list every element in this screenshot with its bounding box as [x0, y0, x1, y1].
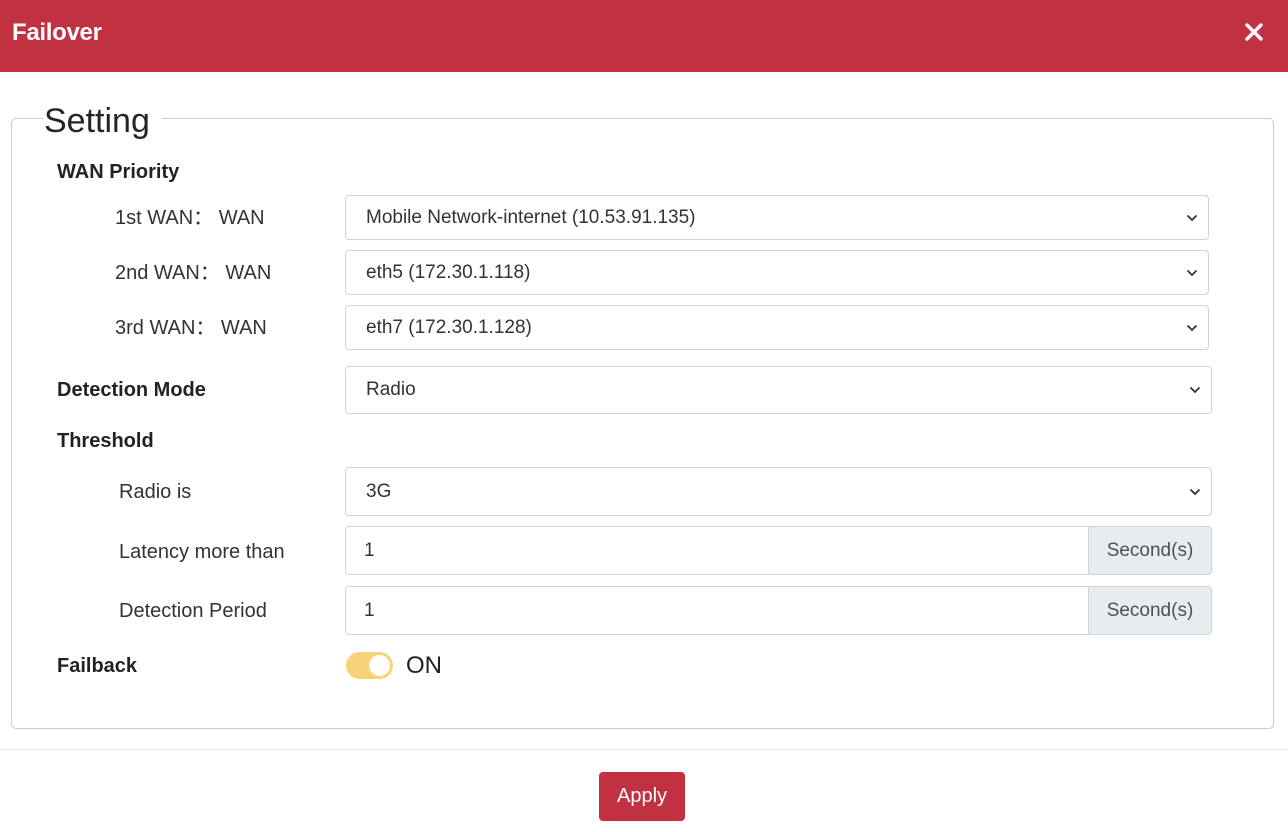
close-button[interactable]	[1242, 20, 1266, 44]
first-wan-label: 1st WAN： WAN	[115, 207, 265, 229]
third-wan-value: eth7 (172.30.1.128)	[366, 316, 532, 338]
radio-is-label: Radio is	[119, 481, 192, 503]
radio-type-value: 3G	[366, 480, 392, 502]
modal-title: Failover	[12, 19, 102, 46]
detection-mode-label: Detection Mode	[57, 379, 206, 401]
latency-input-group: 1 Second(s)	[345, 526, 1212, 575]
latency-input[interactable]: 1	[346, 527, 1088, 574]
detection-period-label: Detection Period	[119, 600, 267, 622]
detection-mode-value: Radio	[366, 379, 416, 400]
first-wan-select[interactable]: Mobile Network-internet (10.53.91.135)	[345, 195, 1209, 240]
threshold-label: Threshold	[57, 430, 154, 452]
chevron-down-icon	[1189, 488, 1201, 495]
chevron-down-icon	[1186, 324, 1198, 331]
failback-label: Failback	[57, 655, 138, 677]
first-wan-value: Mobile Network-internet (10.53.91.135)	[366, 206, 696, 228]
second-wan-select[interactable]: eth5 (172.30.1.118)	[345, 250, 1209, 295]
detection-period-input[interactable]: 1	[346, 587, 1088, 634]
latency-label: Latency more than	[119, 541, 285, 563]
chevron-down-icon	[1186, 269, 1198, 276]
second-wan-value: eth5 (172.30.1.118)	[366, 261, 531, 283]
failback-toggle[interactable]	[346, 652, 393, 679]
wan-priority-label: WAN Priority	[57, 161, 180, 183]
detection-period-input-group: 1 Second(s)	[345, 586, 1212, 635]
apply-button[interactable]: Apply	[599, 772, 685, 821]
third-wan-label: 3rd WAN： WAN	[115, 317, 267, 339]
toggle-knob	[369, 655, 390, 676]
footer-divider	[0, 749, 1288, 750]
chevron-down-icon	[1189, 386, 1201, 394]
third-wan-select[interactable]: eth7 (172.30.1.128)	[345, 305, 1209, 350]
chevron-down-icon	[1186, 214, 1198, 221]
detection-period-unit: Second(s)	[1088, 587, 1211, 634]
latency-unit: Second(s)	[1088, 527, 1211, 574]
failback-state: ON	[406, 652, 442, 679]
second-wan-label: 2nd WAN： WAN	[115, 262, 272, 284]
modal-header: Failover	[0, 0, 1288, 72]
setting-legend: Setting	[44, 100, 162, 142]
close-icon	[1245, 23, 1263, 41]
detection-mode-select[interactable]: Radio	[345, 366, 1212, 414]
radio-type-select[interactable]: 3G	[345, 467, 1212, 516]
